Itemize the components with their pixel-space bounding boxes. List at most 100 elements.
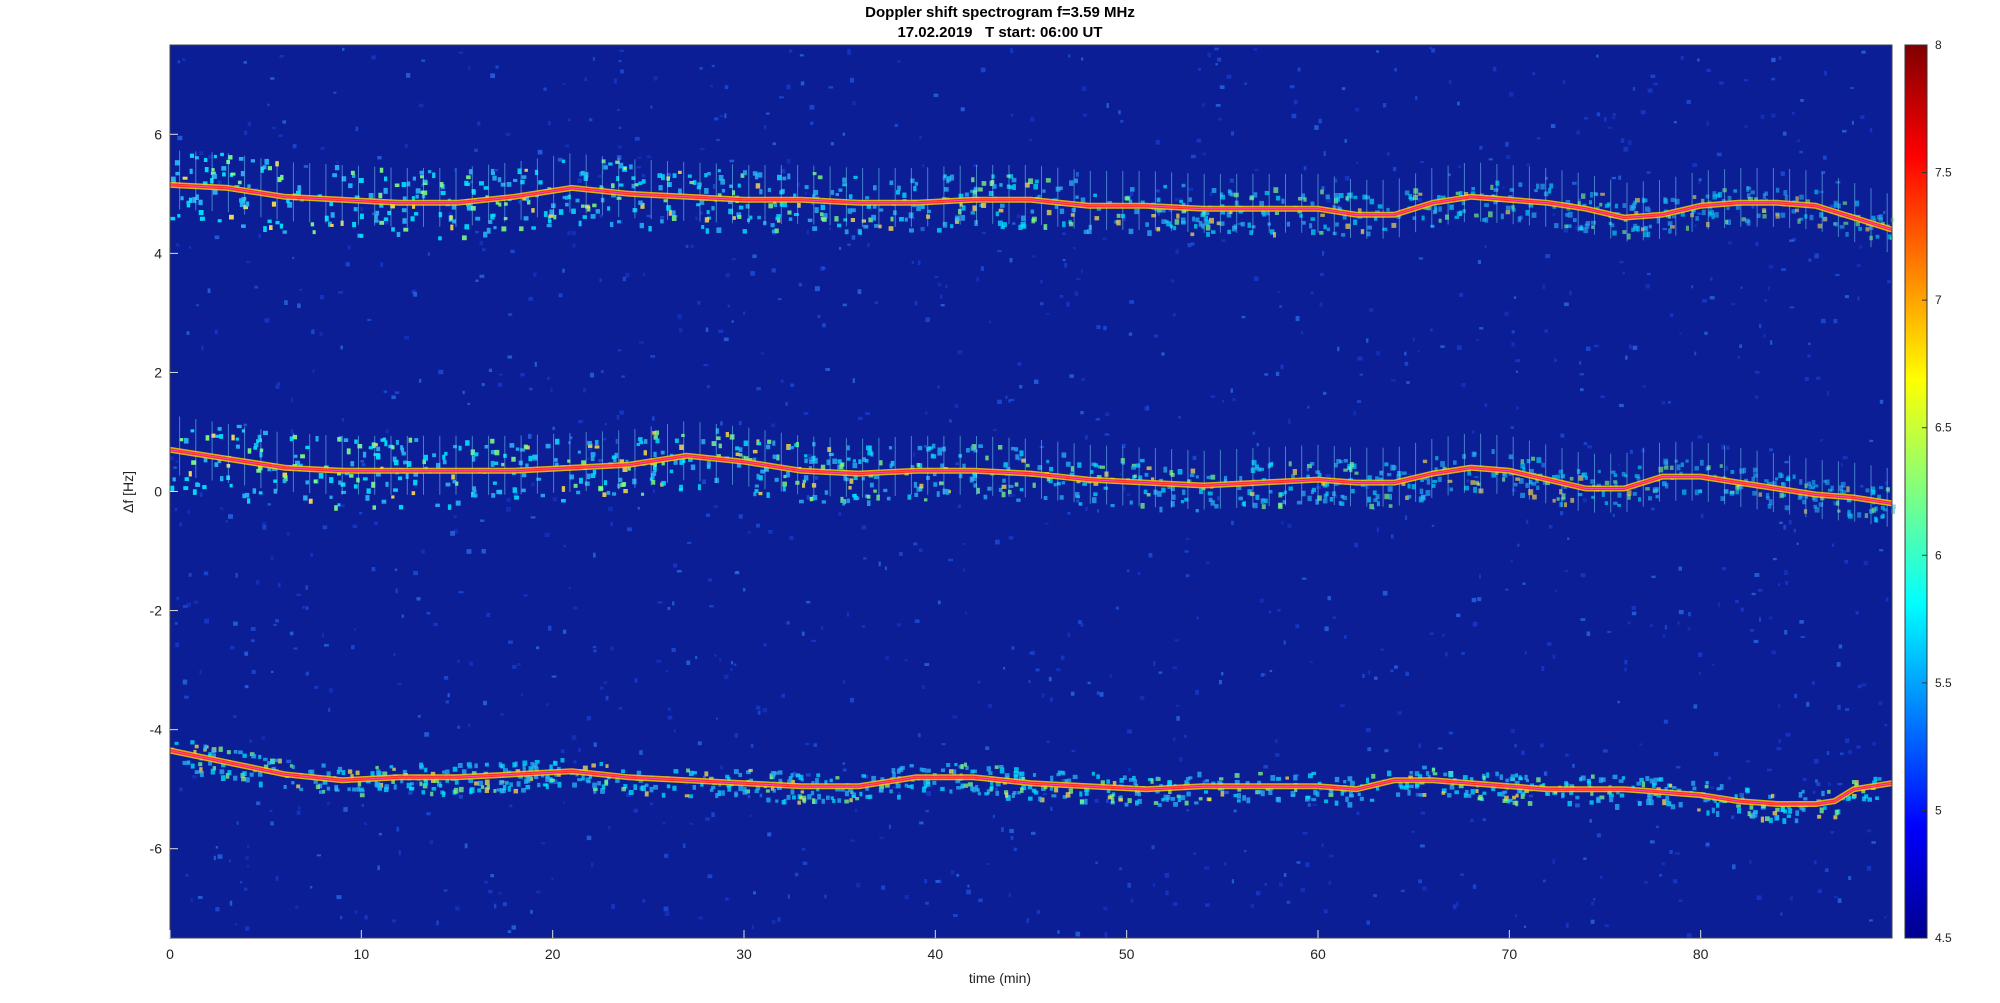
noise-speck	[213, 855, 216, 861]
noise-speck	[914, 619, 920, 623]
noise-speck	[191, 775, 197, 779]
noise-speck	[730, 668, 733, 671]
band-speck	[1285, 776, 1289, 780]
band-speck	[633, 784, 638, 791]
noise-speck	[981, 232, 986, 235]
noise-speck	[847, 243, 851, 247]
band-speck	[582, 215, 587, 219]
band-speck	[525, 463, 529, 468]
band-speck	[1845, 232, 1849, 237]
band-speck	[879, 208, 884, 212]
band-speck	[356, 477, 360, 483]
noise-speck	[583, 387, 587, 393]
band-speck	[756, 473, 760, 480]
noise-speck	[1223, 862, 1227, 866]
band-speck	[282, 478, 287, 484]
noise-speck	[1153, 661, 1156, 666]
band-speck	[267, 166, 272, 171]
band-speck	[994, 765, 999, 769]
noise-speck	[667, 707, 672, 712]
band-speck	[409, 786, 414, 791]
noise-speck	[1085, 435, 1088, 440]
noise-speck	[187, 510, 191, 514]
noise-speck	[727, 304, 731, 308]
noise-speck	[550, 387, 553, 393]
noise-speck	[464, 843, 468, 849]
noise-speck	[1584, 117, 1589, 120]
noise-speck	[1563, 228, 1569, 233]
noise-speck	[450, 530, 455, 536]
band-speck	[1633, 223, 1638, 229]
band-speck	[1020, 221, 1026, 228]
noise-speck	[215, 907, 220, 912]
noise-speck	[1532, 72, 1536, 76]
band-speck	[1180, 500, 1184, 504]
band-speck	[1404, 785, 1409, 790]
noise-speck	[562, 268, 565, 273]
noise-speck	[700, 147, 705, 151]
band-speck	[545, 443, 551, 449]
band-speck	[1195, 509, 1199, 513]
noise-speck	[1044, 522, 1049, 525]
band-speck	[264, 158, 269, 165]
noise-speck	[1814, 860, 1817, 865]
band-speck	[1019, 488, 1024, 492]
noise-speck	[1218, 117, 1222, 121]
band-speck	[195, 482, 199, 487]
band-speck	[1163, 466, 1168, 473]
noise-speck	[547, 625, 552, 631]
noise-speck	[1860, 485, 1864, 488]
x-tick-label: 10	[354, 946, 370, 962]
band-speck	[1418, 793, 1423, 797]
noise-speck	[406, 73, 411, 78]
noise-speck	[1755, 395, 1759, 399]
noise-speck	[1835, 273, 1840, 277]
noise-speck	[1367, 670, 1371, 675]
noise-speck	[1161, 352, 1165, 356]
x-tick-label: 0	[166, 946, 174, 962]
noise-speck	[801, 631, 805, 636]
noise-speck	[1173, 902, 1178, 906]
noise-speck	[1217, 57, 1222, 62]
noise-speck	[529, 387, 533, 391]
noise-speck	[642, 899, 646, 903]
noise-speck	[1232, 398, 1236, 402]
noise-speck	[1376, 527, 1379, 533]
band-speck	[337, 437, 341, 442]
noise-speck	[1653, 82, 1659, 86]
noise-speck	[530, 482, 535, 487]
noise-speck	[677, 314, 682, 320]
band-speck	[1847, 512, 1852, 518]
band-speck	[1075, 195, 1079, 199]
band-speck	[1729, 490, 1735, 496]
band-speck	[303, 495, 308, 501]
band-speck	[1694, 466, 1699, 471]
band-speck	[1234, 773, 1240, 778]
noise-speck	[828, 86, 834, 89]
noise-speck	[483, 700, 488, 706]
noise-speck	[1673, 879, 1678, 884]
band-speck	[1665, 483, 1669, 489]
band-speck	[981, 181, 987, 186]
noise-speck	[1792, 112, 1795, 115]
noise-speck	[1515, 370, 1519, 373]
noise-speck	[1316, 485, 1322, 490]
band-speck	[1518, 777, 1523, 781]
noise-speck	[1191, 242, 1195, 246]
band-speck	[1188, 197, 1192, 202]
band-speck	[678, 488, 683, 492]
noise-speck	[1300, 331, 1304, 335]
noise-speck	[1623, 661, 1628, 665]
noise-speck	[1711, 663, 1715, 666]
noise-speck	[1564, 302, 1569, 307]
noise-speck	[1471, 430, 1475, 434]
noise-speck	[1753, 639, 1759, 644]
band-speck	[565, 202, 569, 207]
band-speck	[735, 452, 740, 456]
band-speck	[1823, 479, 1827, 484]
noise-speck	[820, 626, 824, 631]
noise-speck	[945, 284, 948, 289]
noise-speck	[1374, 676, 1378, 680]
noise-speck	[641, 173, 646, 178]
band-speck	[230, 172, 236, 176]
